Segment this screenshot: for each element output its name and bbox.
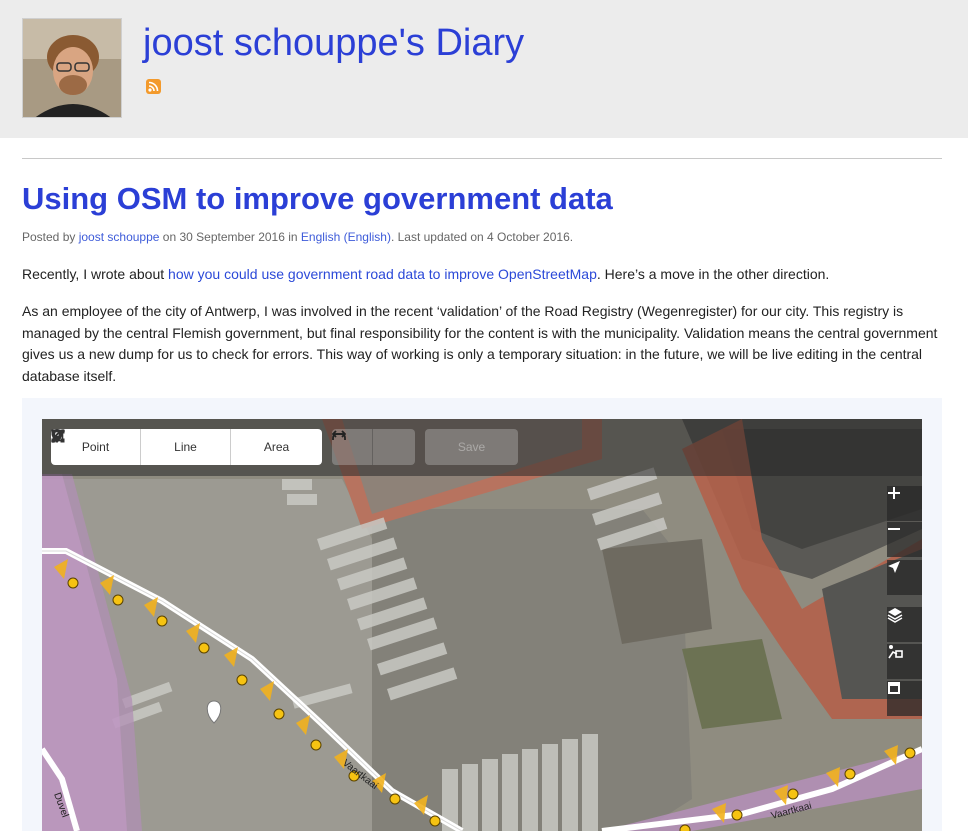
layers-icon	[887, 608, 903, 623]
road-data-link[interactable]: how you could use government road data t…	[168, 266, 597, 282]
undo-redo-group	[332, 429, 415, 465]
add-area-button[interactable]: Area	[51, 429, 322, 465]
author-link[interactable]: joost schouppe	[79, 230, 160, 244]
para1-after: . Here’s a move in the other direction.	[596, 266, 830, 282]
post-title[interactable]: Using OSM to improve government data	[22, 181, 613, 217]
geolocate-button[interactable]	[887, 560, 922, 595]
redo-button[interactable]	[332, 429, 414, 465]
line-label: Line	[174, 440, 197, 454]
redo-icon	[332, 430, 346, 440]
draw-tools: Point Line Area	[51, 429, 322, 465]
meta-posted-by: Posted by	[22, 230, 76, 244]
zoom-out-button[interactable]	[887, 522, 922, 557]
meta-date: on 30 September 2016 in	[162, 230, 298, 244]
divider	[22, 158, 942, 159]
post-paragraph-1: Recently, I wrote about how you could us…	[22, 264, 942, 285]
rss-icon[interactable]	[146, 79, 161, 94]
zoom-in-icon	[888, 487, 900, 499]
language-link[interactable]: English (English)	[301, 230, 391, 244]
zoom-out-icon	[888, 528, 900, 530]
issues-button[interactable]	[887, 681, 922, 716]
point-label: Point	[81, 440, 110, 454]
meta-updated: . Last updated on 4 October 2016.	[390, 230, 574, 244]
add-line-button[interactable]: Line	[51, 429, 231, 465]
post-meta: Posted by joost schouppe on 30 September…	[22, 230, 573, 244]
map-data-icon	[888, 645, 903, 659]
aerial-imagery: Vaartkaai Vaartkaai Duvel	[42, 419, 922, 831]
para1-before: Recently, I wrote about	[22, 266, 169, 282]
diary-header: joost schouppe's Diary	[0, 0, 968, 138]
background-layers-button[interactable]	[887, 607, 922, 642]
editor-map[interactable]: Vaartkaai Vaartkaai Duvel Point Line Are…	[42, 419, 922, 831]
issues-icon	[888, 682, 900, 694]
zoom-in-button[interactable]	[887, 486, 922, 521]
post-figure: Vaartkaai Vaartkaai Duvel Point Line Are…	[22, 398, 942, 831]
save-button[interactable]: Save	[425, 429, 518, 465]
map-data-button[interactable]	[887, 644, 922, 679]
post-paragraph-2: As an employee of the city of Antwerp, I…	[22, 303, 938, 384]
diary-title[interactable]: joost schouppe's Diary	[143, 22, 524, 65]
geolocate-icon	[888, 561, 900, 573]
area-label: Area	[263, 440, 290, 454]
avatar[interactable]	[22, 18, 122, 118]
area-icon	[51, 429, 65, 443]
